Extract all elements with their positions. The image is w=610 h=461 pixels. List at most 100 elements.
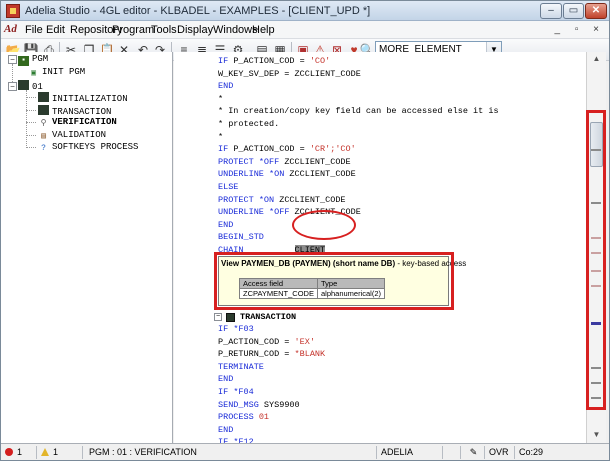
code-token: UNDERLINE — [218, 169, 270, 180]
code-line[interactable]: END — [218, 425, 233, 435]
program-tree: − ▪ PGM ▣ INIT PGM − 01 INITIALIZATION TRA… — [1, 52, 173, 443]
code-line[interactable]: SEND_MSG SYS9900 — [218, 400, 300, 410]
minimize-button[interactable]: ‒ — [540, 3, 562, 19]
overview-marker — [591, 285, 601, 287]
tree-item-softkeys-process[interactable]: ? SOFTKEYS PROCESS — [38, 142, 138, 155]
code-line[interactable]: * protected. — [218, 119, 279, 129]
tree-connector — [26, 147, 36, 148]
scroll-thumb[interactable] — [590, 122, 603, 167]
status-mode: OVR — [489, 446, 515, 459]
code-line[interactable]: ELSE — [218, 182, 238, 192]
code-line[interactable]: PROTECT *ON ZCCLIENT_CODE — [218, 195, 346, 205]
code-token: TERMINATE — [218, 361, 264, 372]
table-cell: ZCPAYMENT_CODE — [239, 288, 318, 299]
code-token: PROCESS — [218, 412, 259, 423]
code-line[interactable]: * — [218, 132, 223, 142]
code-token: *BLANK — [294, 349, 326, 360]
code-token: CHAIN — [218, 245, 295, 255]
code-line[interactable]: UNDERLINE *OFF ZCCLIENT_CODE — [218, 207, 361, 217]
code-line[interactable]: P_RETURN_COD = *BLANK — [218, 349, 325, 359]
minimize-icon: ‒ — [548, 5, 554, 16]
section-icon — [38, 105, 49, 115]
close-button[interactable]: ✕ — [585, 3, 607, 19]
code-line[interactable]: TERMINATE — [218, 362, 264, 372]
code-line[interactable]: IF P_ACTION_COD = 'CO' — [218, 56, 330, 66]
code-line[interactable]: CHAIN CLIENT — [218, 245, 326, 255]
magnifier-icon: ⚲ — [40, 119, 47, 128]
tree-item-verification[interactable]: ⚲ VERIFICATION — [38, 117, 117, 130]
code-line[interactable]: * In creation/copy key field can be acce… — [218, 106, 499, 116]
collapse-toggle[interactable]: − — [214, 313, 222, 321]
code-token: CLIENT — [294, 245, 326, 255]
code-line[interactable]: W_KEY_SV_DEP = ZCCLIENT_CODE — [218, 69, 361, 79]
tree-item-init-pgm[interactable]: ▣ INIT PGM — [28, 67, 85, 80]
tree-connector — [26, 110, 36, 111]
code-token: BEGIN_STD — [218, 232, 264, 243]
adelia-logo-icon[interactable]: Ad — [4, 23, 20, 36]
code-editor[interactable]: IF P_ACTION_COD = 'CO' W_KEY_SV_DEP = ZCC… — [174, 52, 586, 443]
code-line[interactable]: P_ACTION_COD = 'EX' — [218, 337, 315, 347]
code-token: 'CR';'CO' — [309, 144, 356, 155]
menu-windows[interactable]: Windows — [213, 24, 258, 36]
close-icon: ✕ — [591, 5, 601, 16]
code-token: ZCCLIENT_CODE — [279, 194, 346, 205]
collapse-toggle[interactable]: − — [8, 55, 17, 64]
overview-marker — [591, 202, 601, 204]
collapse-toggle[interactable]: − — [8, 82, 17, 91]
code-token: ZCCLIENT_CODE — [284, 156, 351, 167]
code-line[interactable]: END — [218, 81, 233, 91]
table-row: ZCPAYMENT_CODE alphanumerical(2) — [239, 288, 386, 299]
menu-help[interactable]: Help — [252, 24, 275, 36]
book-icon: ▤ — [41, 132, 46, 141]
code-line[interactable]: PROCESS 01 — [218, 412, 269, 422]
code-token: 01 — [258, 412, 270, 423]
menu-display[interactable]: Display — [177, 24, 213, 36]
code-line[interactable]: END — [218, 374, 233, 384]
tree-connector — [26, 90, 27, 148]
code-line[interactable]: IF *F03 — [218, 324, 254, 334]
code-token: P_RETURN_COD = — [218, 349, 295, 360]
code-line[interactable]: * — [218, 94, 223, 104]
code-token: UNDERLINE — [218, 207, 270, 218]
code-line[interactable]: UNDERLINE *ON ZCCLIENT_CODE — [218, 169, 356, 179]
status-warnings[interactable]: 1 — [41, 446, 83, 459]
menu-file[interactable]: File — [25, 24, 43, 36]
code-token: SYS9900 — [263, 399, 300, 410]
code-token: W_KEY_SV_DEP = ZCCLIENT_CODE — [218, 68, 361, 79]
scroll-up-icon[interactable]: ▲ — [589, 52, 604, 66]
overview-marker — [591, 367, 601, 369]
tree-connector — [26, 135, 36, 136]
code-line[interactable]: END — [218, 220, 233, 230]
program-icon: ▪ — [18, 56, 29, 66]
menu-program[interactable]: Program — [112, 24, 154, 36]
tooltip-title: View PAYMEN_DB (PAYMEN) (short name DB) … — [221, 259, 467, 268]
code-token: *OFF — [258, 156, 285, 167]
tree-item-initialization[interactable]: INITIALIZATION — [38, 92, 128, 105]
code-token: ZCCLIENT_CODE — [294, 207, 361, 218]
code-token: * — [218, 131, 224, 142]
menu-edit[interactable]: Edit — [46, 24, 65, 36]
app-icon — [6, 4, 20, 18]
code-line[interactable]: BEGIN_STD — [218, 232, 264, 242]
code-token: *ON — [269, 169, 290, 180]
menu-tools[interactable]: Tools — [151, 24, 177, 36]
status-location: PGM : 01 : VERIFICATION — [89, 446, 377, 459]
vertical-scrollbar[interactable]: ▲ ▼ — [586, 52, 606, 443]
section-icon — [226, 313, 235, 322]
scroll-down-icon[interactable]: ▼ — [589, 428, 604, 442]
code-token: P_ACTION_COD = — [218, 336, 295, 347]
code-line[interactable]: PROTECT *OFF ZCCLIENT_CODE — [218, 157, 351, 167]
code-token: END — [218, 81, 234, 92]
tree-item-pgm[interactable]: ▪ PGM — [18, 54, 48, 67]
mdi-window-buttons[interactable]: _ ▫ × — [554, 24, 605, 35]
code-line[interactable]: IF *F04 — [218, 387, 254, 397]
overview-marker — [591, 382, 601, 384]
tree-connector — [12, 64, 13, 82]
status-errors[interactable]: 1 — [5, 446, 37, 459]
code-line[interactable]: IF P_ACTION_COD = 'CR';'CO' — [218, 144, 356, 154]
overview-marker — [591, 270, 601, 272]
maximize-button[interactable]: ▭ — [563, 3, 584, 19]
menu-bar: Ad File Edit Repository Program Tools Di… — [1, 21, 609, 39]
error-icon — [5, 448, 13, 456]
title-bar[interactable]: Adelia Studio - 4GL editor - KLBADEL - E… — [1, 1, 609, 21]
